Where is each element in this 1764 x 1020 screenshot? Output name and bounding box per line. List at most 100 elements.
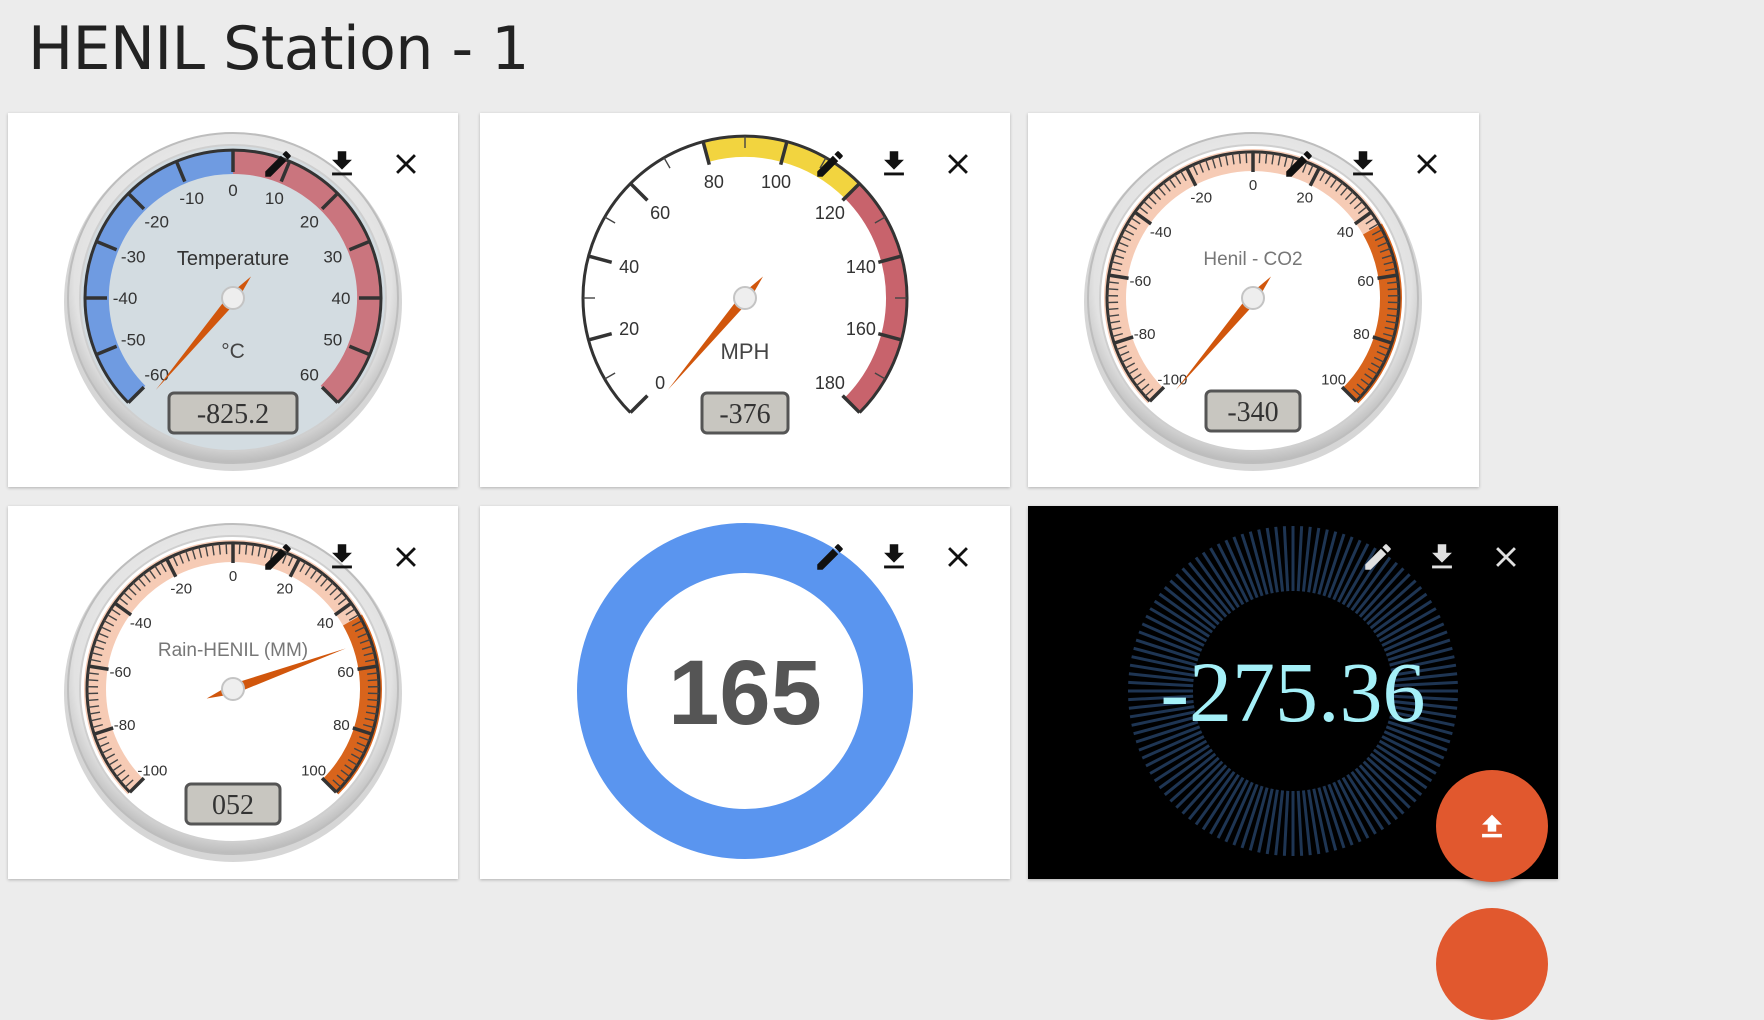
download-icon [877,147,911,181]
gauge-tick-label: 10 [265,189,284,208]
close-icon [389,540,423,574]
gauge-minor-tick [226,543,227,554]
edit-button[interactable] [812,146,848,182]
edit-button[interactable] [260,539,296,575]
gauge-label: Henil - CO2 [1203,249,1302,270]
gauge-minor-tick [1107,309,1118,310]
gauge-tick-label: -60 [110,664,132,681]
card-toolbar [260,146,424,182]
gauge-major-tick [589,334,612,340]
gauge-major-tick [589,256,612,262]
download-icon [877,540,911,574]
gauge-value: -376 [719,399,770,430]
card-toolbar [1360,539,1524,575]
gauge-value: 052 [212,790,254,821]
digital-value: -275.36 [1160,644,1425,740]
gauge-tick-label: -60 [1130,273,1152,290]
pencil-icon [1361,540,1395,574]
gauge-minor-tick [605,373,615,379]
gauge-tick-label: 60 [650,203,670,223]
gauge-value: -825.2 [197,399,269,430]
gauge-minor-tick [239,543,240,554]
gauge-tick-label: -60 [144,365,169,384]
close-button[interactable] [388,146,424,182]
download-button[interactable] [324,539,360,575]
gauge-tick-label: 40 [1337,224,1354,241]
gauge-tick-label: -30 [121,248,146,267]
gauge-tick-label: -80 [114,717,136,734]
gauge-tick-label: -20 [1190,189,1212,206]
page-title: HENIL Station - 1 [28,14,529,84]
download-icon [325,540,359,574]
close-button[interactable] [940,146,976,182]
close-icon [941,147,975,181]
pencil-icon [813,147,847,181]
gauge-tick-label: 20 [1296,189,1313,206]
edit-button[interactable] [812,539,848,575]
gauge-value: -340 [1227,397,1278,428]
rain-gauge-card: -100-80-60-40-20020406080100Rain-HENIL (… [8,506,458,879]
close-button[interactable] [388,539,424,575]
gauge-tick-label: -20 [170,580,192,597]
digital-radial-bar [1284,791,1287,856]
pencil-icon [1282,147,1316,181]
gauge-tick-label: 0 [655,373,665,393]
card-toolbar [260,539,424,575]
close-button[interactable] [1409,146,1445,182]
digital-radial-bar [1298,791,1301,856]
close-button[interactable] [1488,539,1524,575]
download-button[interactable] [1424,539,1460,575]
gauge-tick-label: -20 [144,213,169,232]
download-icon [1346,147,1380,181]
edit-button[interactable] [1360,539,1396,575]
pencil-icon [261,147,295,181]
close-icon [1410,147,1444,181]
download-button[interactable] [1345,146,1381,182]
gauge-tick-label: -100 [137,763,167,780]
gauge-unit: MPH [721,339,770,364]
close-button[interactable] [940,539,976,575]
gauge-minor-tick [1246,152,1247,163]
gauge-minor-tick [87,700,98,701]
gauge-tick-label: 100 [301,763,326,780]
secondary-fab[interactable] [1436,908,1548,1020]
gauge-tick-label: 80 [1353,326,1370,343]
digital-radial-bar [1298,526,1301,591]
gauge-tick-label: 20 [619,319,639,339]
download-button[interactable] [876,146,912,182]
gauge-minor-tick [1259,152,1260,163]
donut-gauge-card: 165 [480,506,1010,879]
pencil-icon [813,540,847,574]
gauge-minor-tick [87,680,98,681]
gauge-label: Rain-HENIL (MM) [158,640,308,661]
co2-gauge-card: -100-80-60-40-20020406080100Henil - CO2-… [1028,113,1479,487]
gauge-tick-label: 20 [300,213,319,232]
gauge-tick-label: -40 [130,615,152,632]
gauge-hub [222,678,244,700]
gauge-hub [734,287,756,309]
gauge-tick-label: 40 [317,615,334,632]
gauge-tick-label: 30 [323,248,342,267]
gauge-tick-label: -80 [1134,326,1156,343]
gauge-label: Temperature [177,248,289,270]
gauge-tick-label: 0 [228,181,237,200]
close-icon [1489,540,1523,574]
speed-gauge-card: 020406080100120140160180MPH-376 [480,113,1010,487]
download-button[interactable] [324,146,360,182]
gauge-minor-tick [664,158,670,168]
gauge-tick-label: 100 [1321,372,1346,389]
gauge-tick-label: -50 [121,330,146,349]
gauge-hub [222,287,244,309]
upload-button[interactable] [1436,770,1548,882]
upload-icon [1475,809,1509,843]
edit-button[interactable] [260,146,296,182]
gauge-tick-label: 40 [332,289,351,308]
card-toolbar [1281,146,1445,182]
temperature-gauge-card: -60-50-40-30-20-100102030405060Temperatu… [8,113,458,487]
close-icon [941,540,975,574]
gauge-tick-label: 120 [815,203,845,223]
gauge-tick-label: 60 [1357,273,1374,290]
gauge-hub [1242,287,1264,309]
edit-button[interactable] [1281,146,1317,182]
download-button[interactable] [876,539,912,575]
